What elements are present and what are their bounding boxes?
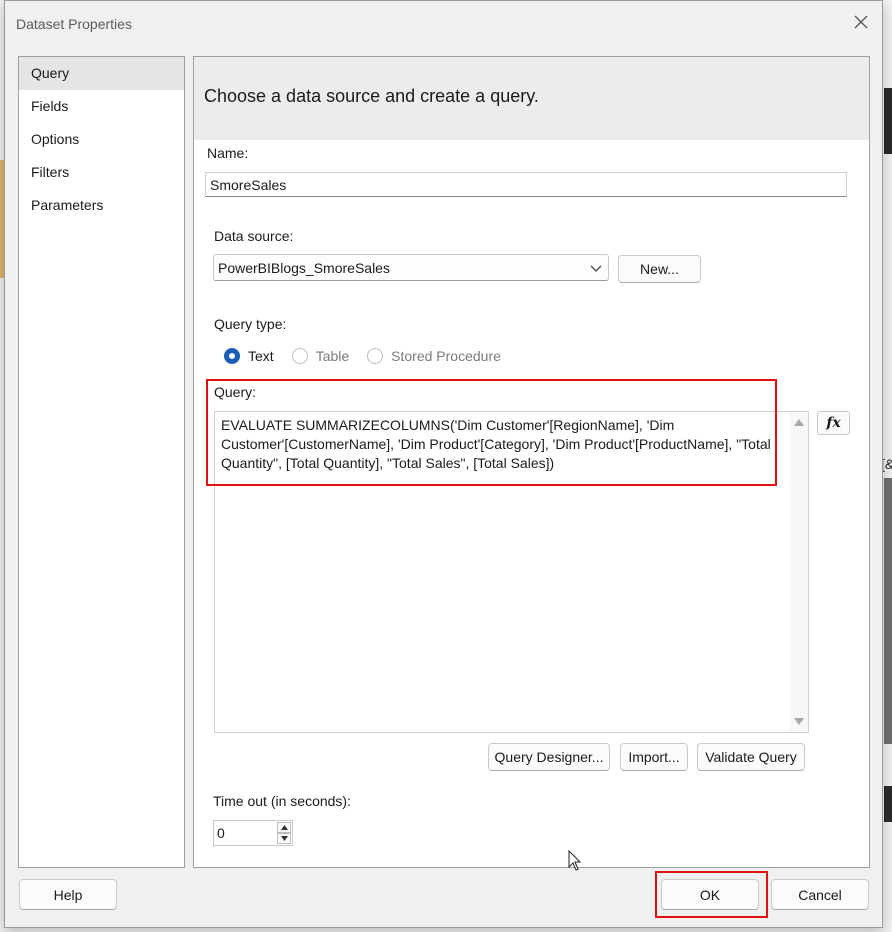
nav-item-query[interactable]: Query bbox=[19, 57, 184, 90]
nav-item-fields[interactable]: Fields bbox=[19, 90, 184, 123]
spin-down-icon bbox=[280, 836, 288, 841]
query-type-table-radio[interactable]: Table bbox=[291, 348, 350, 364]
query-type-storedproc-radio[interactable]: Stored Procedure bbox=[367, 348, 501, 364]
nav-pane: Query Fields Options Filters Parameters bbox=[18, 56, 185, 868]
query-designer-button[interactable]: Query Designer... bbox=[488, 743, 610, 771]
expression-button[interactable]: fx bbox=[817, 411, 850, 435]
datasource-label: Data source: bbox=[214, 228, 294, 244]
mouse-cursor-icon bbox=[568, 850, 582, 871]
ok-button[interactable]: OK bbox=[661, 879, 759, 910]
datasource-dropdown[interactable]: PowerBIBlogs_SmoreSales bbox=[213, 254, 609, 281]
spin-up-icon bbox=[280, 825, 288, 830]
page-header: Choose a data source and create a query. bbox=[194, 57, 869, 140]
radio-empty-icon bbox=[291, 348, 308, 364]
radio-selected-icon bbox=[224, 348, 240, 364]
query-type-options: Text Table Stored Procedure bbox=[224, 345, 519, 367]
query-text[interactable]: EVALUATE SUMMARIZECOLUMNS('Dim Customer'… bbox=[221, 416, 777, 473]
help-button[interactable]: Help bbox=[19, 879, 117, 910]
timeout-spinner[interactable]: 0 bbox=[213, 820, 293, 846]
import-button[interactable]: Import... bbox=[620, 743, 688, 771]
cancel-button[interactable]: Cancel bbox=[771, 879, 869, 910]
background-panel-dark-2 bbox=[884, 478, 892, 744]
validate-query-button[interactable]: Validate Query bbox=[697, 743, 805, 771]
timeout-label: Time out (in seconds): bbox=[213, 793, 351, 809]
nav-item-filters[interactable]: Filters bbox=[19, 156, 184, 189]
query-type-table-label: Table bbox=[315, 348, 350, 364]
query-type-text-label: Text bbox=[248, 348, 274, 364]
close-button[interactable] bbox=[850, 11, 872, 33]
query-type-text-radio[interactable]: Text bbox=[224, 348, 274, 364]
query-label: Query: bbox=[214, 384, 257, 400]
query-scrollbar[interactable] bbox=[790, 412, 808, 732]
page-heading: Choose a data source and create a query. bbox=[204, 86, 539, 106]
scroll-up-icon[interactable] bbox=[794, 418, 804, 426]
nav-item-options[interactable]: Options bbox=[19, 123, 184, 156]
dialog-title: Dataset Properties bbox=[16, 16, 132, 32]
dataset-properties-dialog: Dataset Properties Query Fields Options … bbox=[4, 0, 883, 928]
spin-up-button[interactable] bbox=[277, 822, 291, 833]
query-type-storedproc-label: Stored Procedure bbox=[391, 348, 501, 364]
spinner-arrows bbox=[277, 822, 291, 844]
radio-empty-icon bbox=[367, 348, 384, 364]
background-panel-dark bbox=[884, 88, 892, 154]
timeout-value[interactable]: 0 bbox=[217, 825, 225, 841]
query-page: Choose a data source and create a query.… bbox=[193, 56, 870, 868]
query-type-label: Query type: bbox=[214, 316, 287, 332]
spin-down-button[interactable] bbox=[277, 833, 291, 844]
background-panel-dark-3 bbox=[884, 786, 892, 822]
name-label: Name: bbox=[207, 145, 249, 161]
datasource-value: PowerBIBlogs_SmoreSales bbox=[218, 259, 390, 276]
query-editor[interactable]: EVALUATE SUMMARIZECOLUMNS('Dim Customer'… bbox=[214, 411, 809, 733]
new-datasource-button[interactable]: New... bbox=[618, 255, 701, 283]
close-icon bbox=[854, 15, 868, 29]
chevron-down-icon bbox=[590, 265, 602, 272]
scroll-down-icon[interactable] bbox=[794, 718, 804, 726]
nav-item-parameters[interactable]: Parameters bbox=[19, 189, 184, 222]
name-field[interactable]: SmoreSales bbox=[205, 172, 847, 197]
